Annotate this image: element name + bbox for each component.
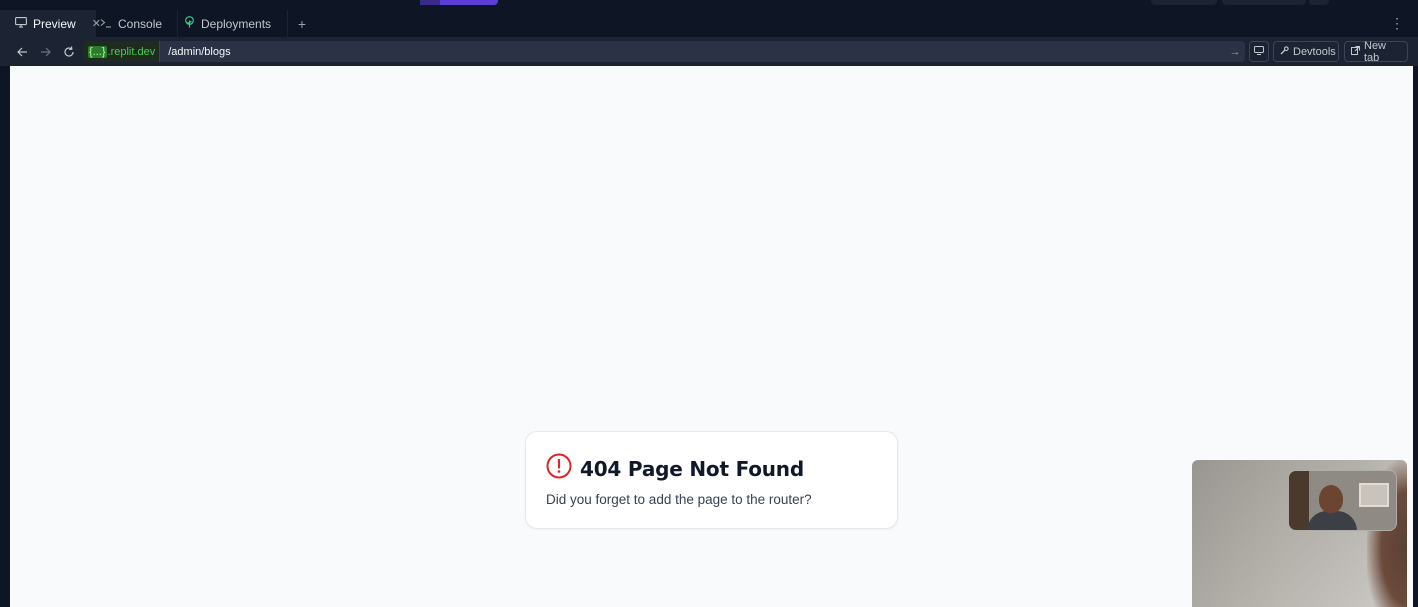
url-path: /admin/blogs [168, 45, 231, 58]
reload-icon[interactable] [57, 37, 80, 66]
not-found-card: 404 Page Not Found Did you forget to add… [525, 431, 898, 529]
page-title: 404 Page Not Found [580, 456, 804, 481]
go-arrow-icon[interactable]: → [1225, 46, 1245, 58]
pip-person-body [1307, 511, 1357, 530]
tab-deployments-label: Deployments [201, 16, 272, 31]
top-control-edge[interactable] [1151, 0, 1217, 5]
external-link-icon [1351, 45, 1360, 58]
domain-badge[interactable]: {...} .replit.dev [83, 41, 161, 62]
plus-icon: + [297, 15, 307, 32]
left-gutter [0, 66, 10, 607]
domain-placeholder: {...} [88, 45, 107, 58]
pip-person-head [1319, 485, 1343, 513]
self-view-thumbnail[interactable] [1288, 470, 1397, 531]
tab-preview-label: Preview [33, 16, 76, 31]
pip-background-frame [1359, 483, 1389, 507]
forward-arrow-icon[interactable] [34, 37, 57, 66]
preview-url-bar: {...} .replit.dev /admin/blogs → Devtool… [0, 37, 1418, 66]
new-tab-label: New tab [1364, 39, 1387, 64]
right-gutter [1413, 66, 1418, 607]
tab-deployments[interactable]: Deployments [178, 10, 288, 37]
domain-suffix: .replit.dev [107, 45, 156, 58]
url-input[interactable]: {...} .replit.dev /admin/blogs → [83, 41, 1245, 62]
devtools-button[interactable]: Devtools [1273, 41, 1339, 62]
not-found-header: 404 Page Not Found [546, 453, 804, 484]
terminal-icon [100, 17, 112, 31]
deploy-icon [184, 16, 195, 31]
top-control-edge[interactable] [1309, 0, 1329, 5]
not-found-message: Did you forget to add the page to the ro… [546, 492, 812, 507]
top-workspace-strip [0, 0, 1418, 10]
run-button-edge-left [420, 0, 440, 5]
monitor-icon [15, 16, 27, 31]
alert-circle-icon [546, 453, 572, 484]
add-tab-button[interactable]: + [288, 10, 316, 37]
more-options-icon[interactable]: ⋮ [1390, 16, 1404, 30]
top-control-edge[interactable] [1222, 0, 1306, 5]
tab-console-label: Console [118, 16, 163, 31]
tab-console[interactable]: Console [96, 10, 178, 37]
pip-background-shelf [1289, 471, 1309, 530]
device-icon [1254, 45, 1264, 58]
video-call-overlay[interactable] [1192, 460, 1407, 607]
device-toggle-button[interactable] [1249, 41, 1269, 62]
devtools-label: Devtools [1293, 45, 1336, 58]
new-tab-button[interactable]: New tab [1344, 39, 1408, 64]
back-arrow-icon[interactable] [11, 37, 34, 66]
pane-tab-bar: Preview ✕ Console Deployments + ⋮ [0, 10, 1418, 37]
wrench-icon [1280, 45, 1289, 58]
tab-preview[interactable]: Preview ✕ [0, 10, 101, 37]
